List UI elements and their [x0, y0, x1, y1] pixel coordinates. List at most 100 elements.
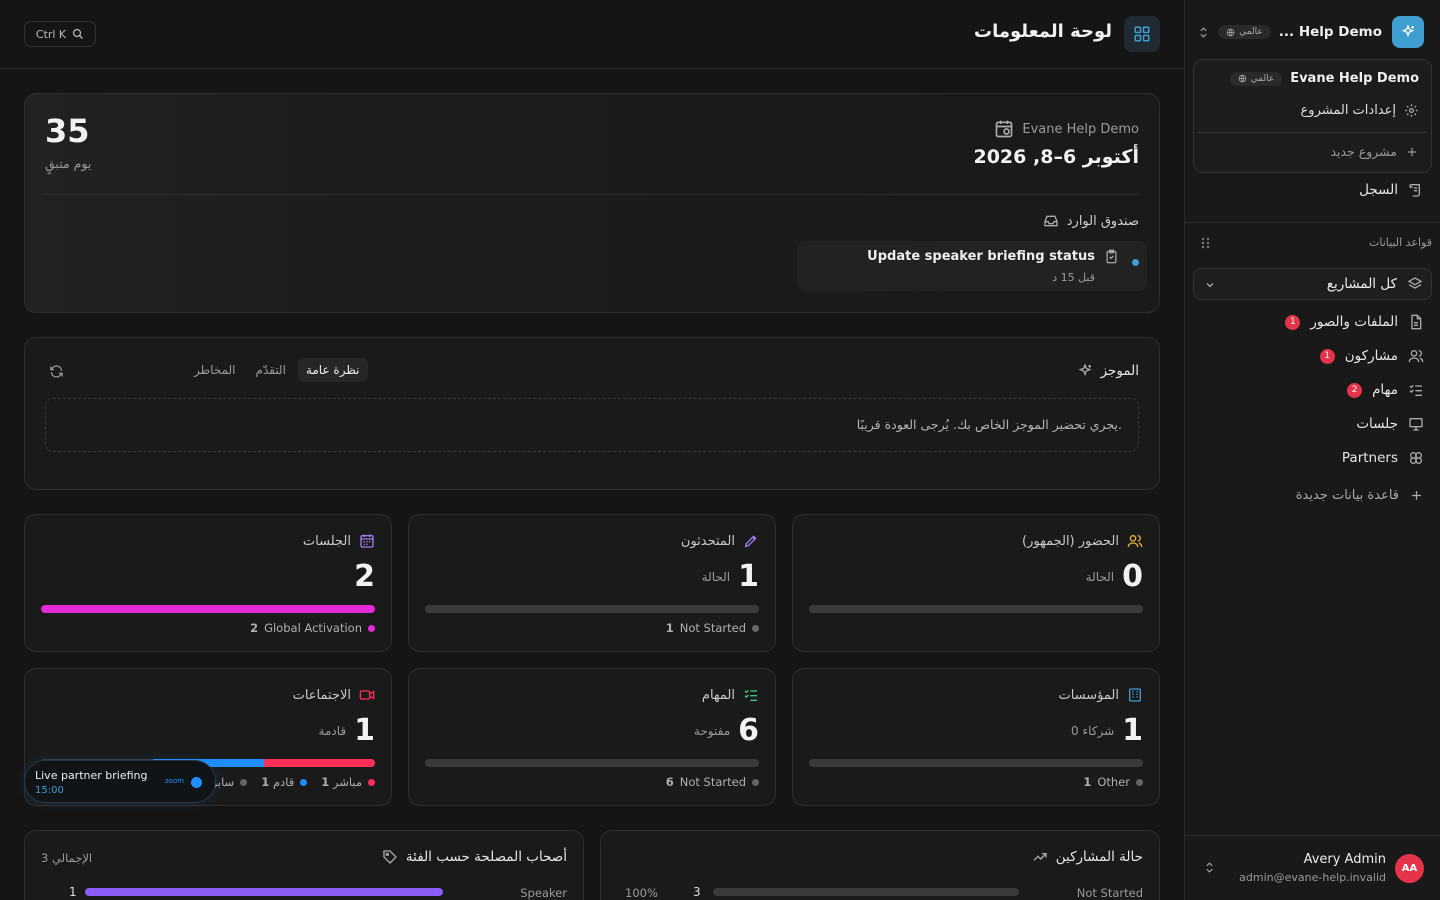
workspace-logo [1392, 16, 1424, 48]
user-menu[interactable]: AA Avery Admin admin@evane-help.invalid [1185, 836, 1440, 900]
toast-title: Live partner briefing [35, 769, 148, 782]
workspace-switcher[interactable]: Help Demo ... عالمي [1197, 24, 1382, 40]
tasks-value: 6 [738, 713, 759, 748]
dashboard-icon [1124, 16, 1160, 52]
sidebar-item-files[interactable]: الملفات والصور 1 [1285, 314, 1424, 330]
sparkles-icon [1078, 363, 1092, 377]
sessions-bar [41, 605, 375, 613]
globe-icon [1226, 28, 1235, 36]
sidebar-item-log[interactable]: السجل [1359, 182, 1424, 198]
speakers-bar [425, 605, 759, 613]
unread-dot [1132, 259, 1139, 266]
sidebar-item-tasks[interactable]: مهام 2 [1347, 382, 1424, 398]
tab-overview[interactable]: نظرة عامة [297, 358, 368, 382]
dropdown-settings-item[interactable]: إعدادات المشروع [1301, 103, 1419, 118]
dropdown-new-project-label: مشروع جديد [1330, 144, 1397, 159]
top-bar: Ctrl K لوحة المعلومات [0, 0, 1184, 69]
inbox-item[interactable]: Update speaker briefing status قبل 15 د [797, 241, 1147, 291]
file-icon [1411, 314, 1422, 330]
scroll-icon [1409, 184, 1420, 197]
legend-count: 1 [665, 621, 674, 635]
meetings-value: 1 [354, 713, 375, 748]
sidebar-item-partners[interactable]: Partners [1342, 450, 1424, 466]
legend-label: قادم [272, 775, 295, 789]
brief-placeholder: يجري تحضير الموجز الخاص بك. يُرجى العودة… [45, 398, 1139, 452]
sessions-value: 2 [354, 559, 375, 594]
drag-handle-icon[interactable] [1201, 237, 1211, 249]
dropdown-project-name: Evane Help Demo [1290, 71, 1419, 86]
speakers-legend: Not Started 1 [666, 621, 759, 635]
brief-title: الموجز [1100, 363, 1139, 379]
divider [45, 194, 1139, 195]
sidebar-item-label: Partners [1341, 450, 1398, 466]
participants-row-bar [713, 888, 1019, 896]
video-icon [359, 690, 375, 700]
refresh-icon[interactable] [49, 364, 64, 379]
live-meeting-toast[interactable]: Live partner briefing 15:00 zoom [24, 760, 216, 803]
sidebar-item-participants[interactable]: مشاركون 1 [1319, 348, 1424, 364]
sparkles-icon [1401, 24, 1415, 38]
sidebar-item-sessions[interactable]: جلسات [1356, 416, 1424, 432]
inbox-icon [1044, 215, 1058, 227]
building-icon [1129, 688, 1141, 702]
legend-dot [240, 779, 248, 786]
tasks-card[interactable]: المهام مفتوحة 6 Not Started 6 [408, 668, 776, 806]
legend-count: 6 [665, 775, 674, 789]
list-check-icon [744, 689, 757, 701]
organizations-bar [809, 759, 1143, 767]
speakers-card[interactable]: المتحدثون الحالة 1 Not Started 1 [408, 514, 776, 652]
stakeholders-row-label: Speaker [520, 886, 567, 900]
inbox-label: صندوق الوارد [1066, 213, 1139, 229]
tag-icon [383, 850, 397, 864]
page-title: لوحة المعلومات [974, 21, 1112, 42]
participants-row-pct: 100% [625, 886, 658, 900]
users-icon [1127, 535, 1143, 548]
section-label: قواعد البيانات [1369, 236, 1432, 249]
inbox-item-time: قبل 15 د [1052, 271, 1095, 284]
participants-status-card: حالة المشاركين Not Started 3 100% [600, 830, 1160, 900]
tab-risks[interactable]: المخاطر [186, 358, 244, 382]
new-database-button[interactable]: قاعدة بيانات جديدة [1296, 488, 1424, 503]
meetings-bar-live [263, 759, 375, 767]
count-badge: 1 [1319, 348, 1335, 364]
pen-icon [744, 535, 757, 548]
attendance-card[interactable]: الحضور (الجمهور) الحالة 0 [792, 514, 1160, 652]
partners-icon [1410, 452, 1422, 464]
presentation-icon [1409, 418, 1423, 431]
all-projects-select[interactable]: كل المشاريع [1193, 268, 1432, 300]
stakeholders-row-bar [85, 888, 443, 896]
globe-icon [1238, 74, 1246, 83]
tasks-title: المهام [701, 688, 735, 703]
dropdown-new-project-item[interactable]: مشروع جديد [1330, 144, 1419, 159]
organizations-value: 1 [1122, 713, 1143, 748]
chevron-updown-icon [1206, 862, 1213, 873]
sidebar-item-label: الملفات والصور [1310, 314, 1398, 330]
count-badge: 1 [1285, 314, 1301, 330]
search-shortcut-button[interactable]: Ctrl K [24, 21, 96, 47]
attendance-bar [809, 605, 1143, 613]
sidebar: Help Demo ... عالمي Evane Help Demo عالم… [1184, 0, 1440, 900]
live-dot [191, 777, 202, 788]
legend-dot [368, 625, 375, 632]
pill-label: عالمي [1239, 27, 1263, 37]
attendance-value: 0 [1122, 559, 1143, 594]
meetings-sub: قادمة [318, 723, 347, 738]
meetings-title: الاجتماعات [292, 688, 351, 703]
speakers-title: المتحدثون [680, 534, 735, 549]
sidebar-item-label: جلسات [1356, 416, 1398, 432]
plus-icon [1407, 147, 1417, 156]
attendance-sub: الحالة [1085, 569, 1115, 584]
dropdown-project-item[interactable]: Evane Help Demo عالمي [1229, 71, 1419, 86]
tab-progress[interactable]: التقدّم [248, 358, 294, 382]
calendar-clock-icon [996, 120, 1013, 138]
organizations-card[interactable]: المؤسسات 0 شركاء 1 Other 1 [792, 668, 1160, 806]
avatar: AA [1395, 854, 1424, 883]
main-content: Ctrl K لوحة المعلومات 35 يوم متبقٍ Evane… [0, 0, 1184, 900]
user-email: admin@evane-help.invalid [1239, 871, 1386, 884]
search-icon [73, 28, 84, 39]
stakeholders-total: 3 الإجمالي [41, 851, 93, 865]
sessions-card[interactable]: الجلسات 2 Global Activation 2 [24, 514, 392, 652]
sidebar-item-label: السجل [1359, 182, 1398, 198]
workspace-name: Help Demo ... [1278, 24, 1382, 40]
legend-label: Not Started [679, 621, 746, 635]
